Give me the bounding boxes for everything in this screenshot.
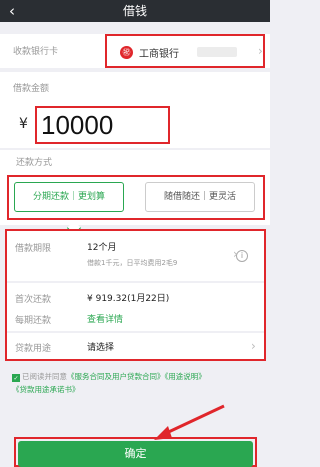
chevron-right-icon: › xyxy=(258,44,263,58)
details-highlight xyxy=(5,229,266,361)
agree-checkbox[interactable]: ✓ xyxy=(12,374,20,382)
confirm-highlight: 确定 xyxy=(14,437,257,467)
option-flexible[interactable]: 随借随还｜更灵活 xyxy=(145,182,255,212)
agreement-text: ✓ 已阅读并同意《服务合同及用户贷款合同》《用途说明》《贷款用途承诺书》 xyxy=(12,370,262,396)
amount-value: 10000 xyxy=(41,110,114,140)
card-number-blurred xyxy=(197,47,237,57)
repayment-options: 分期还款｜更划算 随借随还｜更灵活 xyxy=(7,175,265,220)
contract-link[interactable]: 《服务合同及用户贷款合同》 xyxy=(67,372,165,381)
currency-symbol: ¥ xyxy=(19,116,28,132)
amount-section: 借款金额 ¥ 10000 xyxy=(0,72,270,148)
amount-input[interactable]: 10000 xyxy=(35,106,170,144)
top-bar: ‹ 借钱 xyxy=(0,0,270,22)
agreement-prefix: 已阅读并同意 xyxy=(22,372,67,381)
bank-card-label: 收款银行卡 xyxy=(13,47,59,57)
bank-name: 工商银行 xyxy=(139,49,179,60)
repayment-method-label: 还款方式 xyxy=(16,158,53,168)
annotation-arrow-icon xyxy=(154,404,225,440)
usage-link[interactable]: 《用途说明》 xyxy=(165,372,206,381)
page-title: 借钱 xyxy=(122,4,147,18)
option-installment[interactable]: 分期还款｜更划算 xyxy=(14,182,124,212)
bank-card-selector[interactable]: ㊗ 工商银行 xyxy=(105,34,265,68)
icbc-logo-icon: ㊗ xyxy=(120,46,133,59)
commitment-link[interactable]: 《贷款用途承诺书》 xyxy=(12,385,80,394)
bank-card-row[interactable]: 收款银行卡 ㊗ 工商银行 › xyxy=(0,34,270,68)
confirm-button[interactable]: 确定 xyxy=(18,441,253,467)
amount-label: 借款金额 xyxy=(13,84,50,94)
repayment-method-section: 还款方式 分期还款｜更划算 随借随还｜更灵活 xyxy=(0,150,270,225)
